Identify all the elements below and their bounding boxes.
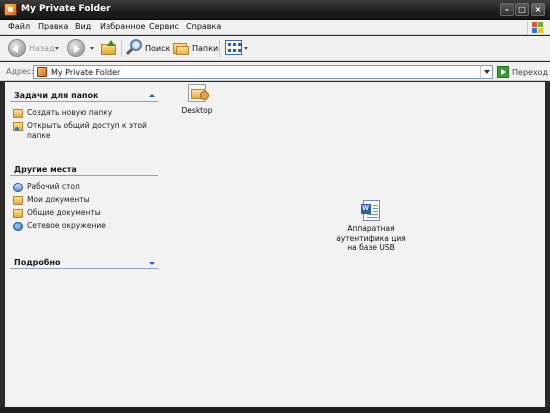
task-pane-details: Подробно [10,256,158,269]
maximize-button[interactable]: □ [515,3,529,16]
folders-icon[interactable] [173,41,189,55]
search-icon[interactable] [125,39,143,57]
file-item-document[interactable]: W Аппаратная аутентифика ция на базе USB [336,200,406,253]
folder-app-icon [4,3,17,16]
forward-dropdown-arrow-icon[interactable] [90,47,94,50]
place-shared-documents[interactable]: Общие документы [10,208,158,218]
task-pane-other-places: Другие места Рабочий стол Мои документы … [10,163,158,231]
window-bottom-border [0,407,550,413]
close-button[interactable]: × [531,3,545,16]
place-network-label[interactable]: Сетевое окружение [27,221,106,230]
menu-tools[interactable]: Сервис [149,22,179,31]
toolbar-separator [121,40,122,57]
file-name[interactable]: Desktop [177,106,217,115]
address-label: Адрес: [6,67,35,76]
menu-bar: Файл Правка Вид Избранное Сервис Справка [0,20,550,35]
word-document-icon[interactable]: W [360,200,380,221]
other-places-title[interactable]: Другие места [14,165,77,174]
task-new-folder[interactable]: Создать новую папку [10,108,158,118]
back-label[interactable]: Назад [29,44,55,53]
address-field[interactable]: My Private Folder [33,65,493,79]
back-dropdown-arrow-icon[interactable] [55,47,59,50]
toolbar: Назад Поиск Папки [0,36,550,61]
my-documents-icon [13,196,23,205]
forward-button[interactable] [67,39,85,57]
go-arrow-icon[interactable] [497,66,509,78]
folder-address-icon [37,67,47,77]
task-share-folder[interactable]: Открыть общий доступ к этой папке [10,121,158,141]
share-folder-icon [13,122,23,131]
new-folder-icon [13,109,23,118]
details-title[interactable]: Подробно [14,258,60,267]
window-title: My Private Folder [21,4,111,14]
back-button[interactable] [8,39,26,57]
task-share-folder-label[interactable]: Открыть общий доступ к этой папке [27,121,147,140]
toolbar-separator [219,40,220,57]
place-shared-documents-label[interactable]: Общие документы [27,208,101,217]
collapse-chevron-icon[interactable] [149,94,155,97]
folders-button[interactable]: Папки [192,44,218,53]
file-item-desktop[interactable]: Desktop [177,84,217,115]
search-button[interactable]: Поиск [145,44,170,53]
desktop-shortcut-icon[interactable] [188,84,209,102]
windows-logo-icon [527,21,545,34]
explorer-window: My Private Folder – □ × Файл Правка Вид … [0,0,550,413]
minimize-button[interactable]: – [500,3,514,16]
shared-documents-icon [13,209,23,218]
folder-up-icon[interactable] [101,40,117,55]
title-bar[interactable]: My Private Folder – □ × [0,0,550,20]
other-places-header[interactable]: Другие места [10,163,158,176]
folder-tasks-header[interactable]: Задачи для папок [10,89,158,102]
go-button[interactable]: Переход [512,68,548,77]
address-dropdown-button[interactable] [480,66,492,78]
network-icon [13,222,23,231]
folder-tasks-title[interactable]: Задачи для папок [14,91,98,100]
details-header[interactable]: Подробно [10,256,158,269]
task-pane-folder-tasks: Задачи для папок Создать новую папку Отк… [10,89,158,141]
address-value[interactable]: My Private Folder [51,68,120,77]
place-my-documents-label[interactable]: Мои документы [27,195,90,204]
expand-chevron-icon[interactable] [149,262,155,265]
place-network[interactable]: Сетевое окружение [10,221,158,231]
place-desktop[interactable]: Рабочий стол [10,182,158,192]
desktop-icon [13,183,23,192]
place-my-documents[interactable]: Мои документы [10,195,158,205]
menu-favorites[interactable]: Избранное [100,22,145,31]
menu-file[interactable]: Файл [8,22,30,31]
views-dropdown-arrow-icon[interactable] [244,47,248,50]
task-new-folder-label[interactable]: Создать новую папку [27,108,112,117]
address-bar: Адрес: My Private Folder Переход [0,62,550,81]
menu-edit[interactable]: Правка [38,22,68,31]
menu-help[interactable]: Справка [186,22,221,31]
views-icon[interactable] [225,40,242,55]
file-name[interactable]: Аппаратная аутентифика ция на базе USB [336,224,406,253]
place-desktop-label[interactable]: Рабочий стол [27,182,80,191]
menu-view[interactable]: Вид [75,22,91,31]
